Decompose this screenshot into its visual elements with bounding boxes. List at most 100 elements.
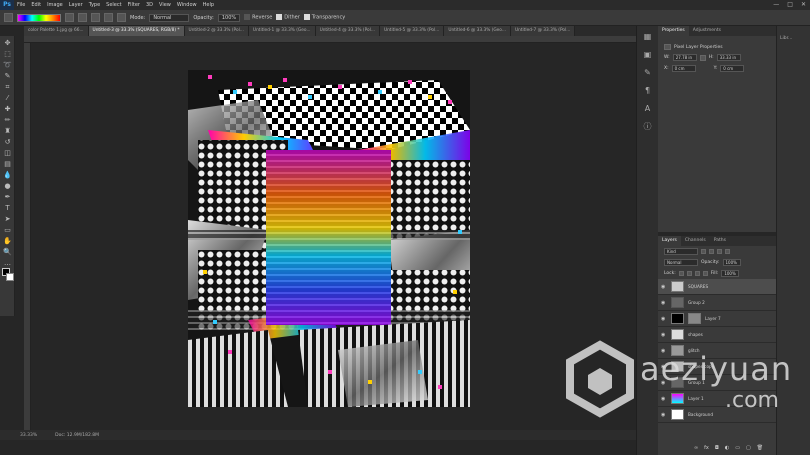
maximize-icon[interactable]: □ — [787, 1, 793, 8]
angle-gradient-icon[interactable] — [91, 13, 100, 22]
visibility-eye-icon[interactable]: ◉ — [661, 332, 667, 338]
eyedropper-tool-icon[interactable]: ⁄ — [3, 94, 12, 102]
tab-document[interactable]: Untitled-1 @ 33.3% (Geo... — [248, 26, 316, 36]
layer-row[interactable]: ◉ SQUARES — [658, 279, 776, 295]
menu-image[interactable]: Image — [44, 2, 66, 8]
zoom-tool-icon[interactable]: 🔍 — [3, 248, 12, 256]
menu-select[interactable]: Select — [103, 2, 124, 8]
menu-window[interactable]: Window — [174, 2, 200, 8]
gradient-tool-icon[interactable]: ▤ — [3, 160, 12, 168]
document-canvas[interactable] — [188, 70, 470, 407]
adjustment-icon[interactable]: ◐ — [725, 445, 729, 451]
ruler-vertical[interactable] — [24, 43, 31, 430]
type-tool-icon[interactable]: T — [3, 204, 12, 212]
folder-icon[interactable]: ▭ — [735, 445, 740, 451]
brush-tool-icon[interactable]: ✏ — [3, 116, 12, 124]
tab-document[interactable]: Untitled-6 @ 33.3% (Geo... — [444, 26, 511, 36]
move-tool-icon[interactable]: ✥ — [3, 39, 12, 47]
info-icon[interactable]: ⓘ — [641, 120, 655, 134]
layer-row[interactable]: ◉ Layer 7 — [658, 311, 776, 327]
lock-transparent-icon[interactable] — [678, 271, 684, 276]
tab-layers[interactable]: Layers — [658, 236, 681, 246]
history-icon[interactable]: ▦ — [641, 30, 655, 44]
history-brush-icon[interactable]: ↺ — [3, 138, 12, 146]
layer-row[interactable]: ◉ Group 2 — [658, 295, 776, 311]
tab-document[interactable]: Untitled-5 @ 33.3% (Pol... — [379, 26, 445, 36]
x-input[interactable]: 0 cm — [671, 65, 696, 72]
menu-filter[interactable]: Filter — [125, 2, 143, 8]
hand-tool-icon[interactable]: ✋ — [3, 237, 12, 245]
layer-opacity-input[interactable]: 100% — [722, 259, 741, 266]
shape-tool-icon[interactable]: ▭ — [3, 226, 12, 234]
crop-tool-icon[interactable]: ⌗ — [3, 83, 12, 91]
filter-adjust-icon[interactable] — [709, 249, 714, 254]
height-input[interactable]: 33.33 in — [716, 54, 741, 61]
lock-pixels-icon[interactable] — [686, 271, 692, 276]
quick-select-tool-icon[interactable]: ✎ — [3, 72, 12, 80]
menu-layer[interactable]: Layer — [66, 2, 86, 8]
filter-pixel-icon[interactable] — [701, 249, 706, 254]
link-icon[interactable] — [699, 54, 706, 61]
tab-document[interactable]: Untitled-2 @ 33.3% (Pol... — [184, 26, 249, 36]
tab-channels[interactable]: Channels — [681, 236, 710, 246]
dither-checkbox[interactable]: Dither — [276, 14, 300, 21]
swatches-icon[interactable]: ▣ — [641, 48, 655, 62]
radial-gradient-icon[interactable] — [78, 13, 87, 22]
transparency-checkbox[interactable]: Transparency — [303, 14, 345, 21]
tab-document[interactable]: color Palette 1.jpg @ 66... — [24, 26, 89, 36]
mode-select[interactable]: Normal — [149, 13, 190, 22]
paragraph-icon[interactable]: ¶ — [641, 84, 655, 98]
tab-paths[interactable]: Paths — [710, 236, 730, 246]
close-icon[interactable]: ✕ — [801, 1, 806, 8]
character-icon[interactable]: A — [641, 102, 655, 116]
tab-document-active[interactable]: Untitled-3 @ 33.3% (SQUARES, RGB/8) * — [88, 26, 185, 36]
eraser-tool-icon[interactable]: ◫ — [3, 149, 12, 157]
visibility-eye-icon[interactable]: ◉ — [661, 284, 667, 290]
link-icon[interactable]: ∞ — [694, 445, 698, 451]
marquee-tool-icon[interactable]: ⬚ — [3, 50, 12, 58]
trash-icon[interactable]: 🗑 — [757, 445, 763, 451]
y-input[interactable]: 0 cm — [720, 65, 745, 72]
visibility-eye-icon[interactable]: ◉ — [661, 316, 667, 322]
blend-mode-select[interactable]: Normal — [664, 259, 698, 266]
layer-filter-select[interactable]: Kind — [664, 248, 698, 255]
filter-type-icon[interactable] — [717, 249, 722, 254]
linear-gradient-icon[interactable] — [65, 13, 74, 22]
path-select-tool-icon[interactable]: ➤ — [3, 215, 12, 223]
menu-3d[interactable]: 3D — [143, 2, 156, 8]
blur-tool-icon[interactable]: 💧 — [3, 171, 12, 179]
menu-type[interactable]: Type — [86, 2, 103, 8]
tab-document[interactable]: Untitled-7 @ 33.3% (Pol... — [510, 26, 576, 36]
lasso-tool-icon[interactable]: ➰ — [3, 61, 12, 69]
color-swatches[interactable] — [2, 268, 14, 282]
menu-file[interactable]: File — [14, 2, 28, 8]
gradient-picker[interactable] — [17, 13, 61, 22]
tab-adjustments[interactable]: Adjustments — [689, 26, 725, 36]
diamond-gradient-icon[interactable] — [117, 13, 126, 22]
dodge-tool-icon[interactable]: ● — [3, 182, 12, 190]
visibility-eye-icon[interactable]: ◉ — [661, 300, 667, 306]
new-layer-icon[interactable]: ▢ — [746, 445, 751, 451]
minimize-icon[interactable]: — — [773, 1, 779, 8]
opacity-input[interactable]: 100% — [217, 13, 241, 22]
tab-document[interactable]: Untitled-4 @ 33.3% (Pol... — [315, 26, 380, 36]
reverse-checkbox[interactable]: Reverse — [244, 14, 272, 21]
tab-properties[interactable]: Properties — [658, 26, 689, 36]
gradient-tool-icon[interactable] — [4, 13, 13, 22]
lock-position-icon[interactable] — [694, 271, 700, 276]
healing-tool-icon[interactable]: ✚ — [3, 105, 12, 113]
more-tools-icon[interactable]: … — [3, 259, 12, 267]
menu-view[interactable]: View — [156, 2, 174, 8]
reflected-gradient-icon[interactable] — [104, 13, 113, 22]
lock-all-icon[interactable] — [702, 271, 708, 276]
brush-panel-icon[interactable]: ✎ — [641, 66, 655, 80]
ruler-horizontal[interactable] — [24, 36, 636, 43]
zoom-level[interactable]: 33.33% — [20, 433, 37, 438]
menu-help[interactable]: Help — [200, 2, 217, 8]
fx-icon[interactable]: fx — [704, 445, 709, 451]
fill-input[interactable]: 100% — [721, 270, 740, 277]
libraries-label[interactable]: Libr... — [777, 26, 810, 51]
menu-edit[interactable]: Edit — [28, 2, 44, 8]
stamp-tool-icon[interactable]: ♜ — [3, 127, 12, 135]
filter-shape-icon[interactable] — [725, 249, 730, 254]
